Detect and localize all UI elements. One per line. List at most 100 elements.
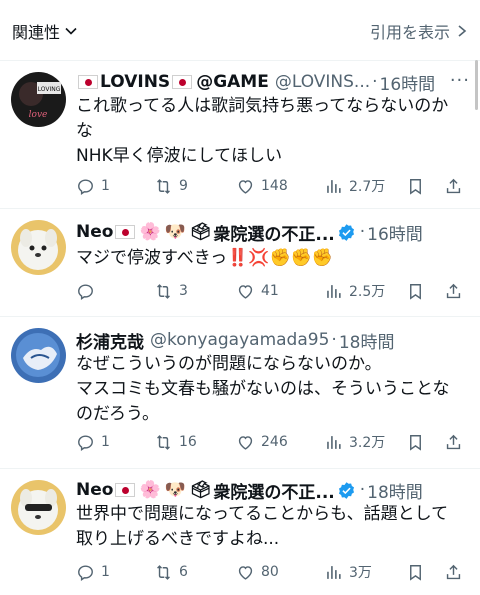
share-button[interactable] <box>444 433 463 452</box>
tweet-text-line: マスコミも文春も騒がないのは、そういうことな <box>76 379 450 399</box>
retweet-button[interactable]: 6 <box>154 563 236 582</box>
like-button[interactable]: 41 <box>236 282 324 301</box>
retweet-button[interactable]: 9 <box>154 177 236 196</box>
timestamp[interactable]: 18時間 <box>339 328 395 353</box>
like-icon <box>238 179 253 194</box>
user-name[interactable]: LOVINS @GAME <box>76 72 269 92</box>
reply-button[interactable]: 1 <box>76 433 154 452</box>
bookmark-button[interactable] <box>406 563 444 582</box>
tweet-text-line: マジで停波すべきっ‼️💢✊✊✊ <box>76 248 333 268</box>
tweet-actions: 1 6 80 3万 <box>76 561 470 583</box>
share-icon <box>446 178 461 193</box>
reply-controls-bar: 関連性 引用を表示 <box>0 0 480 60</box>
quote-label: 引用を表示 <box>369 23 450 42</box>
more-icon[interactable]: ··· <box>450 70 470 91</box>
ballot-box-icon: 🗳 <box>189 480 212 500</box>
tweet-actions: 1 9 148 2.7万 <box>76 175 470 197</box>
retweet-icon <box>157 434 170 450</box>
share-button[interactable] <box>444 563 463 582</box>
like-count: 80 <box>261 564 279 580</box>
user-handle[interactable]: @LOVINS... <box>275 72 370 92</box>
like-button[interactable]: 246 <box>236 433 324 452</box>
ballot-box-icon: 🗳 <box>189 222 212 242</box>
retweet-icon <box>157 564 170 580</box>
view-quotes-button[interactable]: 引用を表示 <box>370 18 468 44</box>
retweet-button[interactable]: 3 <box>154 282 236 301</box>
share-button[interactable] <box>444 282 463 301</box>
user-name[interactable]: Neo 🌸 🐶 🗳 衆院選の不正... <box>76 220 358 245</box>
tweet-text-line: な <box>76 121 93 141</box>
reply-tweet[interactable]: LOVING love LOVINS @GAME @LOVINS... · 16… <box>0 60 480 216</box>
retweet-count: 3 <box>179 283 188 299</box>
cherry-blossom-icon: 🌸 <box>139 222 161 242</box>
separator-dot: · <box>359 222 366 242</box>
separator-dot: · <box>372 72 378 92</box>
bookmark-icon <box>410 178 421 195</box>
tweet-actions: 3 41 2.5万 <box>76 280 470 302</box>
japan-flag-icon <box>115 483 136 497</box>
like-icon <box>238 435 253 450</box>
separator-dot: · <box>359 480 366 500</box>
timestamp[interactable]: 16時間 <box>380 70 436 95</box>
retweet-count: 16 <box>179 434 197 450</box>
like-button[interactable]: 148 <box>236 177 324 196</box>
like-count: 148 <box>261 178 288 194</box>
tweet-actions: 1 16 246 3.2万 <box>76 431 470 453</box>
tweet-text: マジで停波すべきっ‼️💢✊✊✊ <box>76 246 466 271</box>
reply-button[interactable]: 1 <box>76 177 154 196</box>
views-button[interactable]: 3万 <box>324 562 406 582</box>
retweet-button[interactable]: 16 <box>154 433 236 452</box>
share-icon <box>446 283 461 298</box>
views-button[interactable]: 2.7万 <box>324 176 406 196</box>
like-button[interactable]: 80 <box>236 563 324 582</box>
tweet-text-line: NHK早く停波にしてほしい <box>76 146 283 166</box>
verified-icon <box>338 223 354 241</box>
japan-flag-icon <box>115 225 136 239</box>
tweet-header: Neo 🌸 🐶 🗳 衆院選の不正... · 18時間 <box>76 478 470 503</box>
view-count: 2.7万 <box>349 179 386 195</box>
scrollbar[interactable] <box>475 60 478 110</box>
views-icon <box>327 435 341 449</box>
tweet-header: LOVINS @GAME @LOVINS... · 16時間 ··· <box>76 70 470 95</box>
sort-relevance-button[interactable]: 関連性 <box>12 18 78 44</box>
user-handle[interactable]: @konyagayamada95 <box>150 330 329 350</box>
bookmark-button[interactable] <box>406 433 444 452</box>
tweet-header: 杉浦克哉 @konyagayamada95 · 18時間 <box>76 328 470 353</box>
avatar[interactable]: LOVING love <box>11 72 66 127</box>
user-name[interactable]: Neo 🌸 🐶 🗳 衆院選の不正... <box>76 478 358 503</box>
reply-count: 1 <box>101 178 110 194</box>
share-button[interactable] <box>444 177 463 196</box>
avatar[interactable] <box>11 480 66 535</box>
views-icon <box>327 179 341 193</box>
avatar[interactable] <box>11 220 66 275</box>
like-icon <box>238 565 253 580</box>
reply-tweet[interactable]: Neo 🌸 🐶 🗳 衆院選の不正... · 18時間 世界中で問題になってること… <box>0 468 480 595</box>
views-button[interactable]: 2.5万 <box>324 281 406 301</box>
reply-button[interactable]: 1 <box>76 563 154 582</box>
tweet-text-line: なぜこういうのが問題にならないのか。 <box>76 354 382 374</box>
separator-dot: · <box>331 330 337 350</box>
sort-label: 関連性 <box>12 23 61 42</box>
bookmark-button[interactable] <box>406 282 444 301</box>
reply-tweet[interactable]: Neo 🌸 🐶 🗳 衆院選の不正... · 16時間 マジで停波すべきっ‼️💢✊… <box>0 208 480 316</box>
reply-button[interactable] <box>76 282 154 301</box>
reply-icon <box>78 178 93 195</box>
like-icon <box>238 284 253 299</box>
verified-icon <box>338 481 354 499</box>
views-button[interactable]: 3.2万 <box>324 432 406 452</box>
user-name[interactable]: 杉浦克哉 <box>76 328 144 353</box>
view-count: 2.5万 <box>349 284 386 300</box>
japan-flag-icon <box>78 75 98 89</box>
avatar[interactable] <box>11 328 66 383</box>
timestamp[interactable]: 16時間 <box>367 220 423 245</box>
timestamp[interactable]: 18時間 <box>367 478 423 503</box>
tweet-text-line: 世界中で問題になってることからも、話題として <box>76 504 449 524</box>
avatar-text: love <box>29 110 48 120</box>
chevron-down-icon <box>65 27 77 35</box>
bookmark-button[interactable] <box>406 177 444 196</box>
reply-tweet[interactable]: 杉浦克哉 @konyagayamada95 · 18時間 なぜこういうのが問題に… <box>0 316 480 472</box>
japan-flag-icon <box>172 75 193 89</box>
chevron-right-icon <box>458 25 467 37</box>
views-icon <box>327 284 341 298</box>
like-count: 41 <box>261 283 279 299</box>
